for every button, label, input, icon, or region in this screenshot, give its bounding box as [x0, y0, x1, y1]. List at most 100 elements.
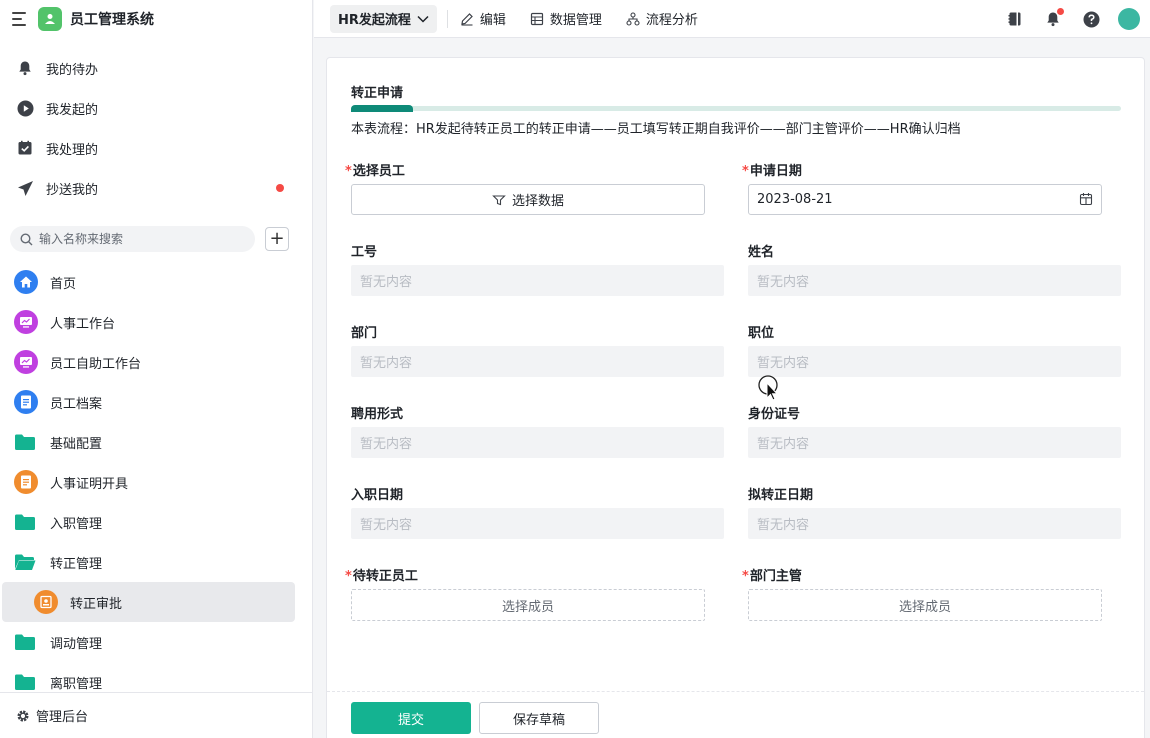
name-label: 姓名: [748, 245, 775, 260]
flow-select-label: HR发起流程: [338, 13, 411, 28]
monitor-icon: [14, 350, 38, 374]
quick-item-label: 我的待办: [46, 62, 99, 78]
form-card: 转正申请 本表流程：HR发起待转正员工的转正申请——员工填写转正期自我评价——部…: [326, 57, 1145, 738]
apply-date-label: *申请日期: [742, 164, 802, 179]
name-field: 暂无内容: [748, 265, 1121, 296]
avatar[interactable]: [1118, 8, 1140, 30]
quick-menu: 我的待办 我发起的 我处理的 抄送我的: [0, 38, 312, 208]
pending-employee-picker[interactable]: 选择成员: [351, 589, 705, 621]
select-data-button[interactable]: 选择数据: [351, 184, 705, 215]
nav-item-label: 转正审批: [70, 596, 123, 612]
flow-select[interactable]: HR发起流程: [330, 4, 437, 33]
employee-no-field: 暂无内容: [351, 265, 724, 296]
submit-button[interactable]: 提交: [351, 702, 471, 734]
flow-description: 本表流程：HR发起待转正员工的转正申请——员工填写转正期自我评价——部门主管评价…: [351, 122, 961, 137]
search-icon: [20, 232, 33, 246]
form-title: 转正申请: [351, 86, 404, 101]
nav-item-label: 入职管理: [50, 516, 103, 532]
nav-item-home[interactable]: 首页: [0, 262, 312, 302]
quick-item-todo[interactable]: 我的待办: [0, 48, 312, 88]
nav-list: 首页 人事工作台 员工自助工作台 员工档案 基础配置 人事证明开具 入职管理 转…: [0, 258, 312, 702]
form-footer: 提交 保存草稿: [327, 691, 1144, 738]
mouse-cursor-icon: [758, 374, 782, 406]
home-icon: [14, 270, 38, 294]
sidebar: 员工管理系统 我的待办 我发起的 我处理的 抄送我的 输入名称来搜索 + 首页 …: [0, 0, 313, 738]
data-management-button[interactable]: 数据管理: [530, 9, 602, 28]
app-title: 员工管理系统: [70, 12, 154, 28]
nav-item-regularization-approval[interactable]: 转正审批: [2, 582, 295, 622]
regular-date-field: 暂无内容: [748, 508, 1121, 539]
play-circle-icon: [16, 99, 34, 117]
nav-item-label: 离职管理: [50, 676, 103, 692]
help-icon[interactable]: [1080, 8, 1102, 30]
regular-date-label: 拟转正日期: [748, 488, 814, 503]
topbar-right: [988, 0, 1140, 38]
quick-item-label: 我处理的: [46, 142, 99, 158]
nav-item-label: 调动管理: [50, 636, 103, 652]
quick-item-label: 抄送我的: [46, 182, 99, 198]
document-icon: [14, 390, 38, 414]
dept-manager-picker[interactable]: 选择成员: [748, 589, 1102, 621]
nav-item-hr-workbench[interactable]: 人事工作台: [0, 302, 312, 342]
nav-item-onboarding[interactable]: 入职管理: [0, 502, 312, 542]
add-button[interactable]: +: [265, 227, 289, 251]
nav-item-transfer[interactable]: 调动管理: [0, 622, 312, 662]
dept-manager-label: *部门主管: [742, 569, 802, 584]
edit-label: 编辑: [479, 13, 506, 28]
nav-item-certificate[interactable]: 人事证明开具: [0, 462, 312, 502]
nav-item-regularization[interactable]: 转正管理: [0, 542, 312, 582]
admin-label: 管理后台: [36, 710, 89, 725]
flow-progress-fill: [351, 105, 413, 112]
employment-type-field: 暂无内容: [351, 427, 724, 458]
approval-icon: [34, 590, 58, 614]
pending-employee-label: *待转正员工: [345, 569, 418, 584]
apply-date-input[interactable]: 2023-08-21: [748, 184, 1102, 215]
search-input[interactable]: [39, 232, 239, 246]
calendar-icon[interactable]: [1079, 192, 1093, 210]
menu-icon[interactable]: [12, 12, 28, 26]
admin-backend-link[interactable]: 管理后台: [0, 692, 312, 738]
nav-item-self-service[interactable]: 员工自助工作台: [0, 342, 312, 382]
bell-icon: [16, 59, 34, 77]
monitor-icon: [14, 310, 38, 334]
quick-item-initiated[interactable]: 我发起的: [0, 88, 312, 128]
flow-progress-track: [351, 106, 1121, 111]
notebook-icon[interactable]: [1004, 8, 1026, 30]
edit-button[interactable]: 编辑: [460, 9, 506, 28]
flow-analysis-label: 流程分析: [645, 13, 698, 28]
join-date-field: 暂无内容: [351, 508, 724, 539]
join-date-label: 入职日期: [351, 488, 404, 503]
position-label: 职位: [748, 326, 775, 341]
gear-icon: [16, 709, 30, 723]
select-data-label: 选择数据: [511, 194, 564, 209]
pencil-icon: [460, 12, 474, 26]
divider: [446, 9, 448, 28]
folder-icon: [14, 433, 36, 451]
nav-item-label: 转正管理: [50, 556, 103, 572]
send-icon: [16, 179, 34, 197]
folder-icon: [14, 673, 36, 691]
quick-item-handled[interactable]: 我处理的: [0, 128, 312, 168]
search-box[interactable]: [10, 226, 256, 252]
select-employee-label: *选择员工: [345, 164, 405, 179]
nav-item-employee-files[interactable]: 员工档案: [0, 382, 312, 422]
nav-item-label: 人事证明开具: [50, 476, 129, 492]
id-number-field: 暂无内容: [748, 427, 1121, 458]
nav-item-base-config[interactable]: 基础配置: [0, 422, 312, 462]
department-field: 暂无内容: [351, 346, 724, 377]
folder-icon: [14, 513, 36, 531]
flow-analysis-button[interactable]: 流程分析: [626, 9, 698, 28]
nav-item-label: 员工自助工作台: [50, 356, 142, 372]
apply-date-value: 2023-08-21: [757, 192, 833, 207]
quick-item-cc[interactable]: 抄送我的: [0, 168, 312, 208]
employment-type-label: 聘用形式: [351, 407, 404, 422]
search-row: +: [0, 208, 312, 258]
notification-badge: [1057, 8, 1064, 15]
notification-bell-icon[interactable]: [1042, 8, 1064, 30]
database-select-icon: [492, 194, 506, 206]
nav-item-label: 首页: [50, 276, 77, 292]
nav-item-label: 人事工作台: [50, 316, 116, 332]
save-draft-button[interactable]: 保存草稿: [479, 702, 599, 734]
quick-item-label: 我发起的: [46, 102, 99, 118]
folder-open-icon: [14, 553, 36, 571]
